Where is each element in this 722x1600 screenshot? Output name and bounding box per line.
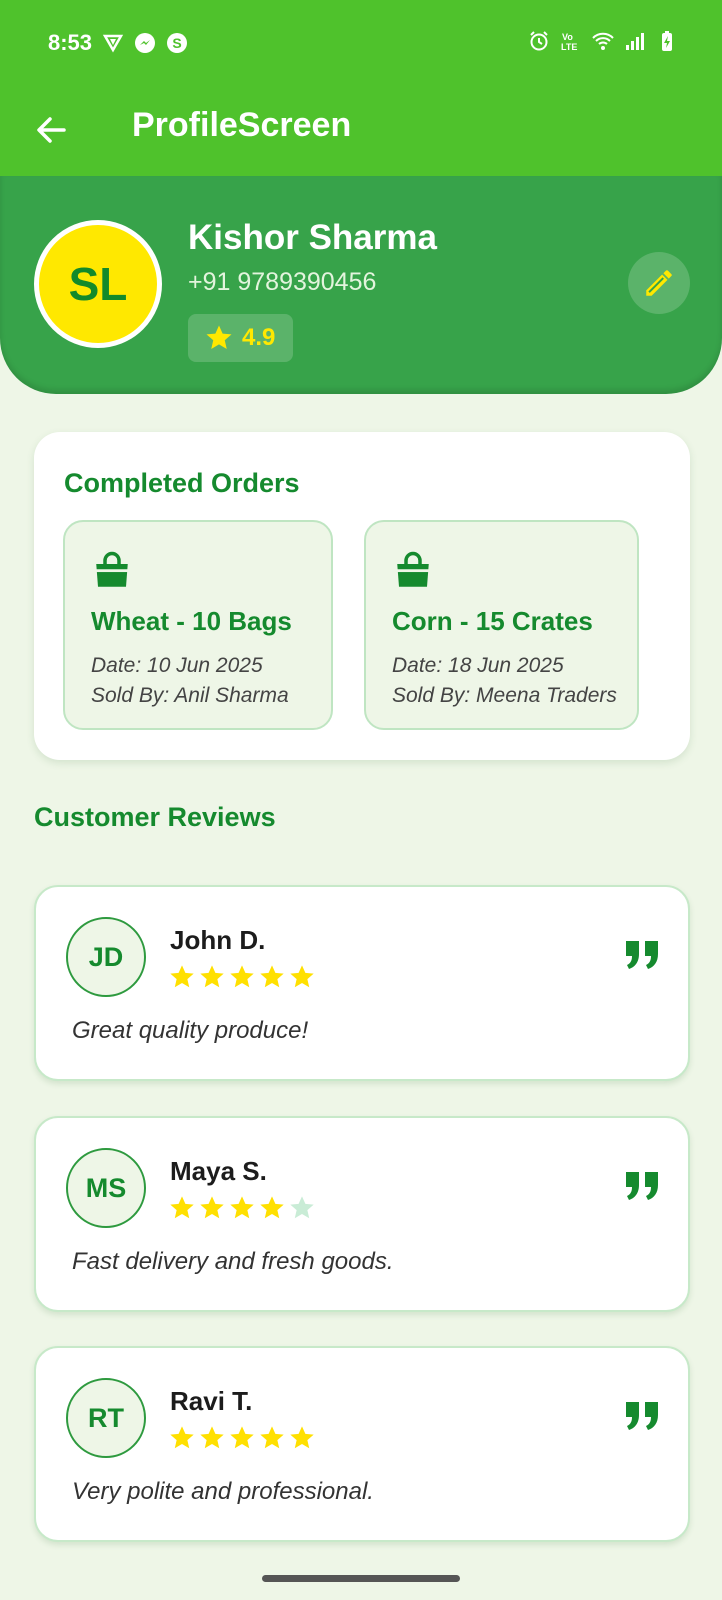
order-card[interactable]: Wheat - 10 Bags Date: 10 Jun 2025 Sold B…: [63, 520, 333, 730]
signal-icon: [626, 33, 644, 50]
profile-name: Kishor Sharma: [188, 218, 437, 257]
reviewer-name: John D.: [170, 925, 266, 955]
volte-icon: VoLTE: [561, 32, 577, 52]
star-filled-icon: [170, 1196, 194, 1219]
order-title: Wheat - 10 Bags: [91, 606, 292, 636]
completed-orders-title: Completed Orders: [64, 468, 300, 498]
star-filled-icon: [230, 1426, 254, 1449]
order-seller: Sold By: Meena Traders: [392, 684, 617, 707]
svg-text:Vo: Vo: [562, 32, 573, 42]
star-rating: [168, 1194, 316, 1222]
order-card[interactable]: Corn - 15 Crates Date: 18 Jun 2025 Sold …: [364, 520, 639, 730]
quote-icon: [626, 1402, 658, 1430]
star-filled-icon: [200, 1426, 224, 1449]
rating-badge: 4.9: [188, 314, 294, 362]
profile-header: SL Kishor Sharma +91 9789390456 4.9: [0, 176, 722, 394]
star-filled-icon: [170, 1426, 194, 1449]
review-card: JD John D. Great quality produce!: [34, 885, 690, 1081]
order-seller: Sold By: Anil Sharma: [91, 684, 289, 707]
order-title: Corn - 15 Crates: [392, 606, 593, 636]
order-date: Date: 10 Jun 2025: [91, 654, 263, 677]
alarm-icon: [530, 31, 548, 51]
quote-icon: [626, 941, 658, 969]
pencil-icon: [646, 270, 672, 296]
status-right-icons: Vo LTE: [528, 30, 678, 52]
star-filled-icon: [290, 965, 314, 988]
review-text: Fast delivery and fresh goods.: [72, 1248, 394, 1275]
star-filled-icon: [170, 965, 194, 988]
reviewer-avatar: MS: [66, 1148, 146, 1228]
customer-reviews-title: Customer Reviews: [34, 802, 276, 832]
star-icon: [206, 325, 232, 349]
star-rating: [168, 963, 316, 991]
back-button[interactable]: [30, 108, 74, 152]
star-filled-icon: [230, 965, 254, 988]
review-text: Great quality produce!: [72, 1017, 309, 1044]
star-filled-icon: [200, 965, 224, 988]
status-time: 8:53: [48, 30, 93, 55]
star-filled-icon: [260, 1426, 284, 1449]
profile-phone: +91 9789390456: [188, 268, 377, 296]
avatar: SL: [34, 220, 162, 348]
star-filled-icon: [200, 1196, 224, 1219]
reviewer-name: Ravi T.: [170, 1386, 253, 1416]
home-indicator[interactable]: [262, 1575, 460, 1582]
edit-profile-button[interactable]: [628, 252, 690, 314]
shopping-bag-icon: [96, 551, 128, 587]
status-left-icons: S: [102, 32, 188, 54]
completed-orders-card: Completed Orders Wheat - 10 Bags Date: 1…: [34, 432, 690, 760]
arrow-left-icon: [37, 117, 66, 143]
star-filled-icon: [230, 1196, 254, 1219]
battery-charging-icon: [662, 31, 672, 51]
review-card: RT Ravi T. Very polite and professional.: [34, 1346, 690, 1542]
page-title: ProfileScreen: [132, 106, 352, 144]
review-card: MS Maya S. Fast delivery and fresh goods…: [34, 1116, 690, 1312]
quote-icon: [626, 1172, 658, 1200]
wifi-icon: [592, 32, 614, 50]
reviewer-avatar: JD: [66, 917, 146, 997]
reviewer-name: Maya S.: [170, 1156, 267, 1186]
app-bar: ProfileScreen: [0, 88, 722, 176]
star-filled-icon: [260, 1196, 284, 1219]
star-rating: [168, 1424, 316, 1452]
star-empty-icon: [290, 1196, 314, 1219]
svg-text:S: S: [172, 35, 181, 51]
rating-value: 4.9: [242, 324, 276, 351]
vpn-shield-icon: [102, 34, 124, 53]
reviewer-avatar: RT: [66, 1378, 146, 1458]
star-filled-icon: [290, 1426, 314, 1449]
svg-text:LTE: LTE: [561, 42, 577, 52]
messenger-icon: [135, 33, 155, 53]
order-date: Date: 18 Jun 2025: [392, 654, 564, 677]
status-bar: 8:53 S Vo LTE: [0, 0, 722, 88]
shopping-bag-icon: [397, 551, 429, 587]
review-text: Very polite and professional.: [72, 1478, 374, 1505]
star-filled-icon: [260, 965, 284, 988]
skype-icon: S: [167, 33, 187, 53]
